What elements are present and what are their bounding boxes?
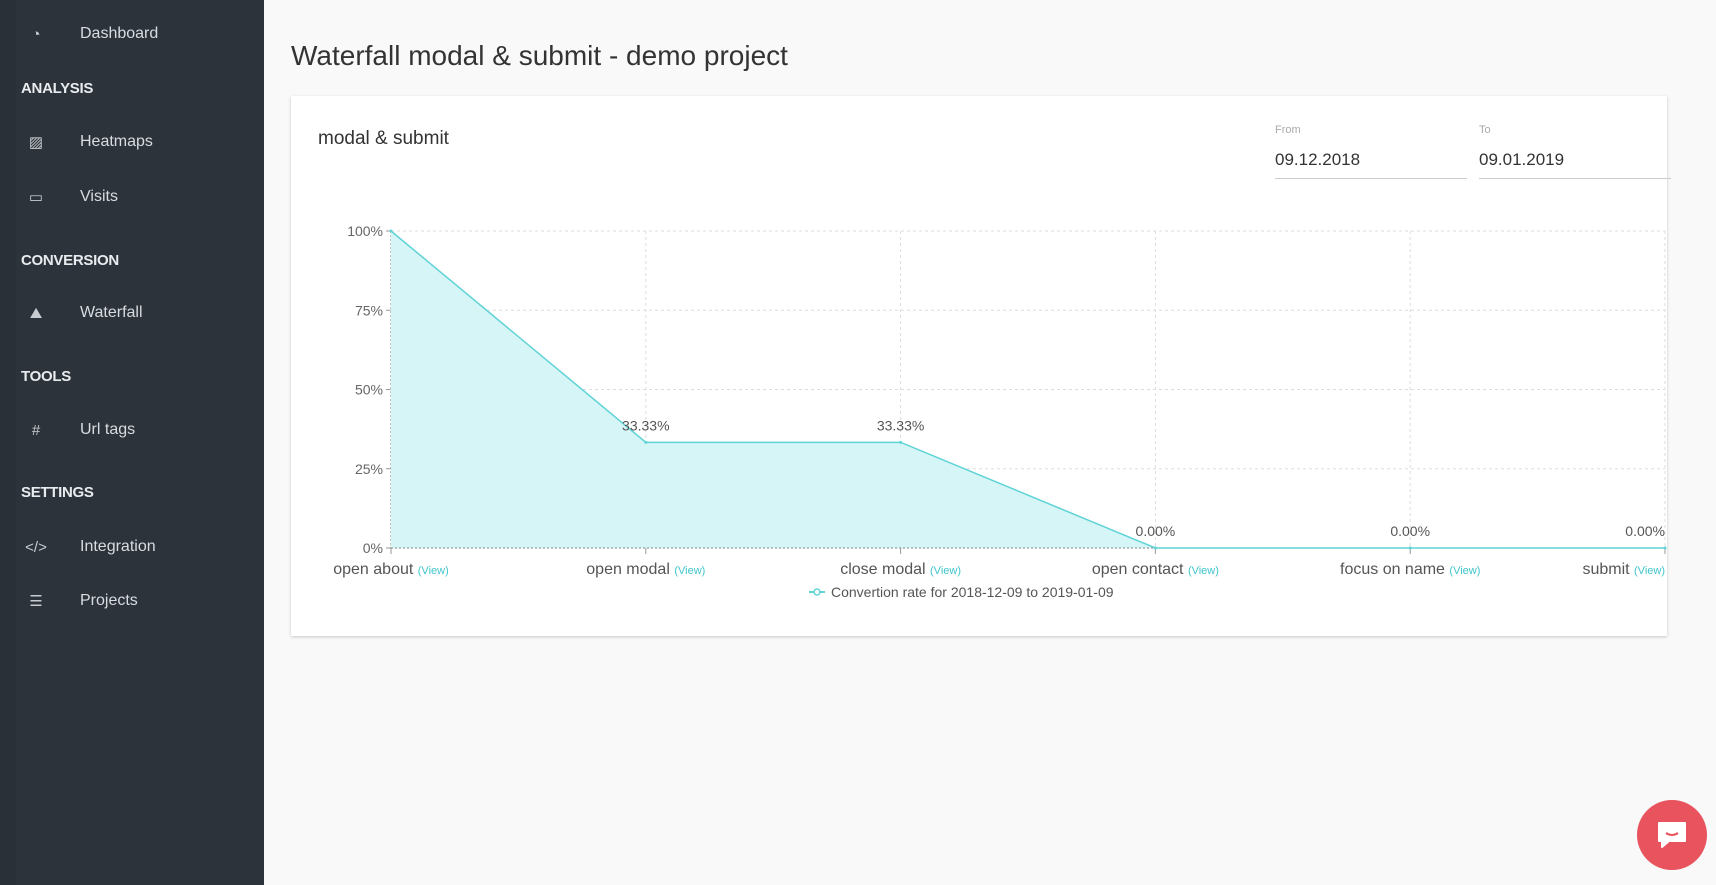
x-tick-label: close modal (View) bbox=[840, 561, 961, 578]
chat-bubble-icon bbox=[1658, 822, 1686, 848]
y-tick-label: 100% bbox=[347, 223, 383, 239]
page-title: Waterfall modal & submit - demo project bbox=[291, 40, 788, 71]
sidebar-item-label: Dashboard bbox=[80, 25, 159, 42]
sidebar-item-integration[interactable]: </> Integration bbox=[0, 529, 264, 565]
view-link[interactable]: (View) bbox=[418, 565, 449, 577]
sidebar-item-label: Heatmaps bbox=[80, 133, 153, 150]
y-tick-label: 75% bbox=[355, 302, 383, 318]
view-link[interactable]: (View) bbox=[1634, 565, 1665, 577]
y-tick-label: 50% bbox=[355, 382, 383, 398]
waterfall-chart: 0% 25% 50% 75% 100% 33.33% 33.33% 0.00% 0.00% 0.0… bbox=[333, 223, 1667, 600]
hash-icon: # bbox=[31, 421, 41, 439]
x-tick-label: open modal (View) bbox=[586, 561, 705, 578]
data-label: 33.33% bbox=[877, 417, 924, 433]
legend-label: Convertion rate for 2018-12-09 to 2019-0… bbox=[831, 584, 1114, 600]
sidebar-item-heatmaps[interactable]: ▨ Heatmaps bbox=[0, 124, 264, 160]
x-tick-label: open about (View) bbox=[333, 561, 449, 578]
category-label: open contact bbox=[1092, 561, 1188, 578]
x-tick-label: submit (View) bbox=[1582, 561, 1665, 578]
view-link[interactable]: (View) bbox=[1188, 565, 1219, 577]
view-link[interactable]: (View) bbox=[674, 565, 705, 577]
sidebar-item-waterfall[interactable]: ⛰ Waterfall bbox=[0, 295, 264, 331]
sidebar-item-label: Visits bbox=[80, 188, 118, 205]
waterfall-card: modal & submit From 09.12.2018 To 09.01.… bbox=[291, 96, 1671, 636]
section-tools: TOOLS bbox=[21, 368, 71, 385]
category-label: submit bbox=[1582, 561, 1634, 578]
category-label: close modal bbox=[840, 561, 930, 578]
code-icon: </> bbox=[25, 538, 47, 556]
chat-button[interactable] bbox=[1637, 800, 1707, 870]
data-point bbox=[389, 229, 393, 233]
data-point bbox=[644, 440, 648, 444]
list-icon: ☰ bbox=[29, 593, 43, 610]
sidebar-item-projects[interactable]: ☰ Projects bbox=[0, 583, 264, 619]
section-settings: SETTINGS bbox=[21, 484, 94, 501]
sidebar-item-visits[interactable]: ▭ Visits bbox=[0, 179, 264, 215]
view-link[interactable]: (View) bbox=[930, 565, 961, 577]
sidebar-item-label: Url tags bbox=[80, 421, 136, 438]
y-tick-label: 25% bbox=[355, 461, 383, 477]
view-link[interactable]: (View) bbox=[1449, 565, 1480, 577]
y-tick-label: 0% bbox=[363, 540, 383, 556]
image-icon: ▨ bbox=[28, 134, 44, 151]
data-label: 33.33% bbox=[622, 417, 669, 433]
sidebar-item-dashboard[interactable]: ◔ Dashboard bbox=[0, 16, 264, 52]
data-point bbox=[1153, 546, 1157, 550]
category-label: focus on name bbox=[1340, 561, 1449, 578]
x-tick-label: focus on name (View) bbox=[1340, 561, 1480, 578]
x-tick-label: open contact (View) bbox=[1092, 561, 1219, 578]
section-analysis: ANALYSIS bbox=[21, 80, 94, 97]
data-point bbox=[1663, 546, 1667, 550]
data-label: 0.00% bbox=[1390, 523, 1430, 539]
sidebar-item-label: Integration bbox=[80, 538, 156, 555]
video-camera-icon: ▭ bbox=[28, 189, 44, 206]
data-point bbox=[1408, 546, 1412, 550]
area-chart-icon: ⛰ bbox=[29, 304, 43, 322]
sidebar: ◔ Dashboard ANALYSIS ▨ Heatmaps ▭ Visits… bbox=[0, 0, 264, 885]
data-point bbox=[899, 440, 903, 444]
data-label: 0.00% bbox=[1136, 523, 1176, 539]
sidebar-item-label: Waterfall bbox=[80, 304, 143, 321]
category-label: open about bbox=[333, 561, 418, 578]
category-label: open modal bbox=[586, 561, 674, 578]
data-label: 0.00% bbox=[1625, 523, 1665, 539]
sidebar-item-url-tags[interactable]: # Url tags bbox=[0, 412, 264, 448]
sidebar-item-label: Projects bbox=[80, 592, 138, 609]
legend-marker bbox=[813, 588, 821, 596]
speedometer-icon: ◔ bbox=[31, 25, 41, 43]
section-conversion: CONVERSION bbox=[21, 252, 119, 269]
